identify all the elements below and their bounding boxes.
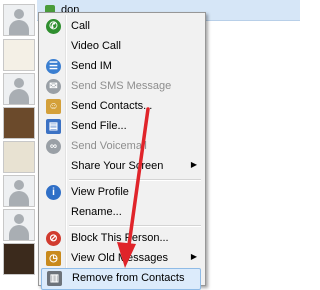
menu-item-block-this-person[interactable]: ⊘ Block This Person... <box>41 229 201 249</box>
block-icon: ⊘ <box>46 231 61 246</box>
submenu-arrow-icon: ▶ <box>190 252 197 261</box>
menu-item-label: View Old Messages <box>71 252 169 264</box>
submenu-arrow-icon: ▶ <box>190 160 197 169</box>
menu-item-call[interactable]: ✆ Call <box>41 17 201 37</box>
chat-icon: ☰ <box>46 59 61 74</box>
menu-item-label: Share Your Screen <box>71 160 164 172</box>
menu-item-share-your-screen[interactable]: Share Your Screen ▶ <box>41 157 201 177</box>
menu-item-view-profile[interactable]: i View Profile <box>41 183 201 203</box>
default-avatar-icon[interactable] <box>3 4 35 36</box>
clock-icon: ◷ <box>46 251 61 266</box>
menu-item-label: Remove from Contacts <box>72 272 185 284</box>
contacts-icon: ☺ <box>46 99 61 114</box>
menu-separator <box>69 179 201 181</box>
menu-separator <box>69 225 201 227</box>
menu-item-label: Send Voicemail <box>71 140 147 152</box>
menu-item-label: Video Call <box>71 40 121 52</box>
default-avatar-icon[interactable] <box>3 73 35 105</box>
menu-item-label: Send File... <box>71 120 127 132</box>
menu-item-send-contacts[interactable]: ☺ Send Contacts... <box>41 97 201 117</box>
phone-icon: ✆ <box>46 19 61 34</box>
menu-item-view-old-messages[interactable]: ◷ View Old Messages ▶ <box>41 249 201 269</box>
menu-item-rename[interactable]: Rename... <box>41 203 201 223</box>
menu-item-label: Send IM <box>71 60 112 72</box>
menu-item-send-file[interactable]: ▤ Send File... <box>41 117 201 137</box>
file-icon: ▤ <box>46 119 61 134</box>
menu-item-send-im[interactable]: ☰ Send IM <box>41 57 201 77</box>
trash-icon: ▥ <box>47 271 62 286</box>
menu-item-label: Call <box>71 20 90 32</box>
menu-item-send-voicemail: ∞ Send Voicemail <box>41 137 201 157</box>
info-icon: i <box>46 185 61 200</box>
menu-item-label: Rename... <box>71 206 122 218</box>
menu-item-video-call[interactable]: Video Call <box>41 37 201 57</box>
menu-item-send-sms-message: ✉ Send SMS Message <box>41 77 201 97</box>
contact-photo-avatar[interactable] <box>3 141 35 173</box>
menu-item-label: Send Contacts... <box>71 100 153 112</box>
contact-photo-avatar[interactable] <box>3 243 35 275</box>
menu-item-label: View Profile <box>71 186 129 198</box>
voicemail-icon: ∞ <box>46 139 61 154</box>
contact-photo-avatar[interactable] <box>3 39 35 71</box>
sms-icon: ✉ <box>46 79 61 94</box>
contact-photo-avatar[interactable] <box>3 107 35 139</box>
menu-item-label: Send SMS Message <box>71 80 172 92</box>
menu-item-label: Block This Person... <box>71 232 169 244</box>
default-avatar-icon[interactable] <box>3 209 35 241</box>
default-avatar-icon[interactable] <box>3 175 35 207</box>
contact-context-menu: ✆ Call Video Call ☰ Send IM ✉ Send SMS Message… <box>38 12 206 290</box>
